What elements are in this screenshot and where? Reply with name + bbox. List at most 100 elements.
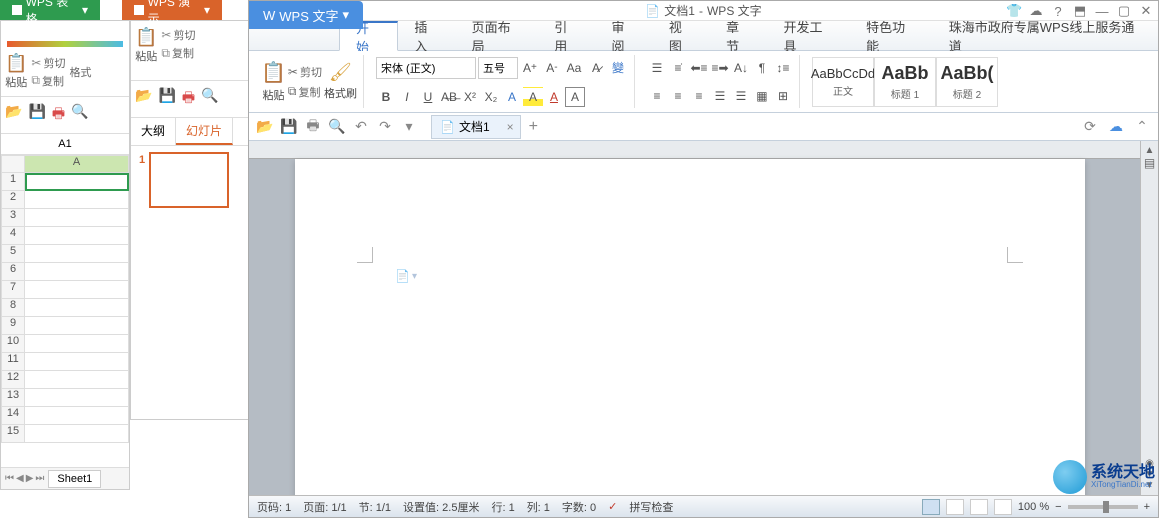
dropdown-icon[interactable]: ▾ <box>399 118 419 135</box>
nav-next-icon[interactable]: ▶ <box>26 473 34 484</box>
select-all-corner[interactable] <box>1 155 25 173</box>
paste-button[interactable]: 📋 粘贴 <box>261 60 286 103</box>
row-header[interactable]: 12 <box>1 371 25 389</box>
minimize-button[interactable]: ― <box>1094 4 1110 19</box>
underline-button[interactable]: U <box>418 87 438 107</box>
spreadsheet-grid[interactable]: A 123456789101112131415 <box>1 155 129 443</box>
undo-icon[interactable]: ↶ <box>351 118 371 135</box>
print-icon[interactable]: 🖶 <box>182 87 195 111</box>
status-section[interactable]: 节: 1/1 <box>359 499 391 515</box>
cell-reference-input[interactable] <box>5 138 125 150</box>
slides-mode-tab[interactable]: 幻灯片 <box>176 118 233 145</box>
cell[interactable] <box>25 173 129 191</box>
taskbar-spreadsheet-tab[interactable]: WPS 表格 ▾ <box>0 0 100 20</box>
print-layout-view-button[interactable] <box>922 499 940 515</box>
menu-review[interactable]: 审阅 <box>596 21 653 50</box>
menu-special[interactable]: 特色功能 <box>850 21 933 50</box>
page[interactable]: 📄▾ <box>295 159 1085 495</box>
menu-insert[interactable]: 插入 <box>398 21 455 50</box>
save-icon[interactable]: 💾 <box>158 87 175 111</box>
vertical-scrollbar[interactable]: ▲ ▤ ◉ ▼ ▼ <box>1140 141 1158 495</box>
row-header[interactable]: 6 <box>1 263 25 281</box>
row-header[interactable]: 4 <box>1 227 25 245</box>
highlight-button[interactable]: A <box>523 87 543 107</box>
format-painter-button[interactable]: 🖌 格式刷 <box>324 62 357 101</box>
align-center-button[interactable]: ≡ <box>668 86 688 106</box>
cell[interactable] <box>25 407 129 425</box>
status-position[interactable]: 设置值: 2.5厘米 <box>403 499 479 515</box>
scroll-up-icon[interactable]: ▲ <box>1145 145 1155 156</box>
menu-references[interactable]: 引用 <box>538 21 595 50</box>
menu-service-channel[interactable]: 珠海市政府专属WPS线上服务通道 <box>933 21 1158 50</box>
align-left-button[interactable]: ≡ <box>647 86 667 106</box>
bold-button[interactable]: B <box>376 87 396 107</box>
maximize-button[interactable]: ▢ <box>1116 3 1132 19</box>
cell[interactable] <box>25 191 129 209</box>
cell[interactable] <box>25 245 129 263</box>
app-tab[interactable]: W WPS 文字 ▾ <box>249 1 363 29</box>
document-tab[interactable]: 📄 文档1 × <box>431 115 521 139</box>
status-line[interactable]: 行: 1 <box>491 499 514 515</box>
menu-page-layout[interactable]: 页面布局 <box>456 21 539 50</box>
chevron-down-icon[interactable]: ▾ <box>343 7 350 23</box>
open-icon[interactable]: 📂 <box>5 103 22 127</box>
print-icon[interactable]: 🖶 <box>52 103 65 127</box>
name-box[interactable] <box>1 134 129 155</box>
open-icon[interactable]: 📂 <box>135 87 152 111</box>
copy-button[interactable]: ⧉复制 <box>161 45 195 61</box>
ribbon-toggle-icon[interactable]: ⬒ <box>1072 3 1088 19</box>
feedback-icon[interactable]: ☁ <box>1028 3 1044 19</box>
help-icon[interactable]: ? <box>1050 4 1066 19</box>
row-header[interactable]: 13 <box>1 389 25 407</box>
row-header[interactable]: 1 <box>1 173 25 191</box>
preview-icon[interactable]: 🔍 <box>71 103 88 127</box>
cell[interactable] <box>25 299 129 317</box>
grow-font-button[interactable]: A+ <box>520 58 540 78</box>
row-header[interactable]: 11 <box>1 353 25 371</box>
redo-icon[interactable]: ↷ <box>375 118 395 135</box>
cell[interactable] <box>25 335 129 353</box>
row-header[interactable]: 10 <box>1 335 25 353</box>
font-name-select[interactable]: 宋体 (正文) <box>376 57 476 79</box>
cell[interactable] <box>25 209 129 227</box>
column-header-a[interactable]: A <box>25 155 129 173</box>
nav-pane-icon[interactable]: ▤ <box>1144 156 1155 170</box>
spell-check-icon[interactable]: ✓ <box>608 500 617 513</box>
decrease-indent-button[interactable]: ⬅≡ <box>689 58 709 78</box>
font-size-select[interactable]: 五号 <box>478 57 518 79</box>
status-column[interactable]: 列: 1 <box>527 499 550 515</box>
nav-first-icon[interactable]: ⏮ <box>5 473 14 484</box>
subscript-button[interactable]: X₂ <box>481 87 501 107</box>
char-shading-button[interactable]: A <box>565 87 585 107</box>
menu-sections[interactable]: 章节 <box>710 21 767 50</box>
cut-button[interactable]: ✂剪切 <box>31 55 65 71</box>
text-effects-button[interactable]: A <box>502 87 522 107</box>
new-tab-button[interactable]: + <box>521 114 546 140</box>
zoom-in-button[interactable]: + <box>1144 501 1150 513</box>
row-header[interactable]: 7 <box>1 281 25 299</box>
taskbar-presentation-tab[interactable]: WPS 演示 ▾ <box>122 0 222 20</box>
outline-view-button[interactable] <box>946 499 964 515</box>
ruler[interactable] <box>249 141 1158 159</box>
skin-icon[interactable]: 👕 <box>1006 3 1022 19</box>
cell[interactable] <box>25 281 129 299</box>
align-right-button[interactable]: ≡ <box>689 86 709 106</box>
cell[interactable] <box>25 227 129 245</box>
menu-dev-tools[interactable]: 开发工具 <box>767 21 850 50</box>
reading-view-button[interactable] <box>994 499 1012 515</box>
increase-indent-button[interactable]: ≡➡ <box>710 58 730 78</box>
italic-button[interactable]: I <box>397 87 417 107</box>
bullets-button[interactable]: ☰ <box>647 58 667 78</box>
shrink-font-button[interactable]: A- <box>542 58 562 78</box>
sheet-tab[interactable]: Sheet1 <box>48 470 101 488</box>
clear-format-button[interactable]: A̷ <box>586 58 606 78</box>
slide-thumbnail[interactable]: 1 <box>149 152 229 208</box>
collapse-icon[interactable]: ⌃ <box>1132 118 1152 135</box>
zoom-slider[interactable] <box>1068 505 1138 509</box>
row-header[interactable]: 2 <box>1 191 25 209</box>
paste-button[interactable]: 📋 粘贴 <box>135 27 157 74</box>
status-page-code[interactable]: 页码: 1 <box>257 499 291 515</box>
row-header[interactable]: 14 <box>1 407 25 425</box>
status-page[interactable]: 页面: 1/1 <box>303 499 346 515</box>
row-header[interactable]: 9 <box>1 317 25 335</box>
